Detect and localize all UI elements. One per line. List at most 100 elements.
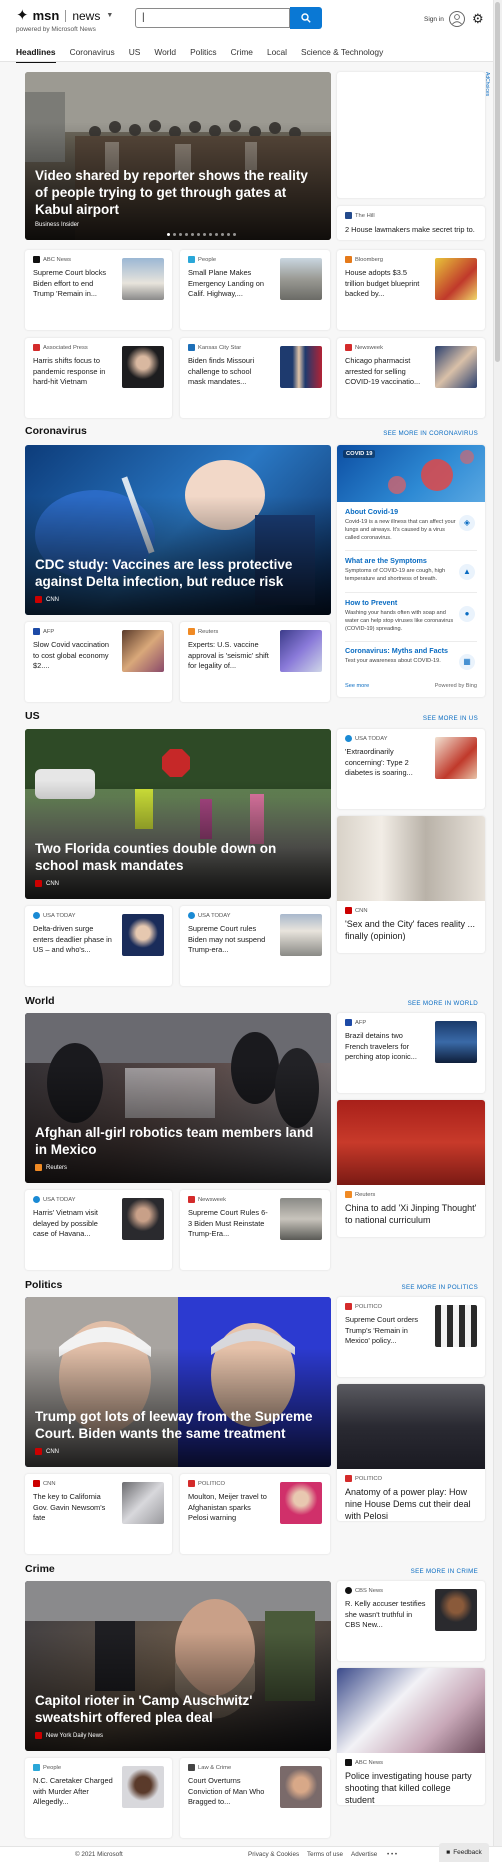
hero-kabul[interactable]: Video shared by reporter shows the reali…	[25, 72, 331, 240]
card-title[interactable]: 2 House lawmakers make secret trip to...	[345, 225, 475, 236]
footer-privacy-link[interactable]: Privacy & Cookies	[248, 1851, 299, 1858]
footer-more-button[interactable]: • • •	[387, 1851, 397, 1858]
card-title[interactable]: Delta-driven surge enters deadlier phase…	[33, 924, 115, 956]
see-more-world[interactable]: SEE MORE IN WORLD	[330, 1000, 478, 1007]
card-title[interactable]: Slow Covid vaccination to cost global ec…	[33, 640, 115, 672]
card-title[interactable]: 'Extraordinarily concerning': Type 2 dia…	[345, 747, 427, 779]
card-cnn-newsom[interactable]: CNN The key to California Gov. Gavin New…	[25, 1474, 172, 1554]
covid-item-title[interactable]: About Covid-19	[345, 507, 475, 516]
card-kcstar-mask[interactable]: Kansas City Star Biden finds Missouri ch…	[180, 338, 330, 418]
card-title[interactable]: Harris shifts focus to pandemic response…	[33, 356, 115, 388]
card-title[interactable]: Supreme Court blocks Biden effort to end…	[33, 268, 115, 300]
covid-item-title[interactable]: How to Prevent	[345, 598, 475, 607]
section-title-coronavirus[interactable]: Coronavirus	[25, 425, 87, 437]
card-title[interactable]: Harris' Vietnam visit delayed by possibl…	[33, 1208, 115, 1240]
hero-title[interactable]: Trump got lots of leeway from the Suprem…	[35, 1409, 321, 1443]
card-title[interactable]: Experts: U.S. vaccine approval is 'seism…	[188, 640, 270, 672]
card-title[interactable]: China to add 'Xi Jinping Thought' to nat…	[345, 1202, 477, 1226]
footer-advertise-link[interactable]: Advertise	[351, 1851, 377, 1858]
covid-item-symptoms[interactable]: What are the Symptoms Symptoms of COVID-…	[345, 556, 475, 584]
card-title[interactable]: Supreme Court Rules 6-3 Biden Must Reins…	[188, 1208, 270, 1240]
see-more-crime[interactable]: SEE MORE IN CRIME	[330, 1568, 478, 1575]
see-more-coronavirus[interactable]: SEE MORE IN CORONAVIRUS	[330, 430, 478, 437]
card-ap-harris[interactable]: Associated Press Harris shifts focus to …	[25, 338, 172, 418]
covid-item-prevent[interactable]: How to Prevent Washing your hands often …	[345, 598, 475, 633]
card-title[interactable]: Supreme Court rules Biden may not suspen…	[188, 924, 270, 956]
card-title[interactable]: Chicago pharmacist arrested for selling …	[345, 356, 427, 388]
covid-item-title[interactable]: Coronavirus: Myths and Facts	[345, 646, 475, 655]
avatar-icon[interactable]	[449, 11, 465, 27]
card-title[interactable]: Court Overturns Conviction of Man Who Br…	[188, 1776, 270, 1808]
card-title[interactable]: Moulton, Meijer travel to Afghanistan sp…	[188, 1492, 270, 1524]
hero-capitol-rioter[interactable]: Capitol rioter in 'Camp Auschwitz' sweat…	[25, 1581, 331, 1751]
search-input[interactable]: |	[135, 8, 290, 28]
card-lawcrime-conviction[interactable]: Law & Crime Court Overturns Conviction o…	[180, 1758, 330, 1838]
card-abc-house-party[interactable]: ABC News Police investigating house part…	[337, 1668, 485, 1805]
hero-cdc-study[interactable]: CDC study: Vaccines are less protective …	[25, 445, 331, 615]
card-politico-moulton-meijer[interactable]: POLITICO Moulton, Meijer travel to Afgha…	[180, 1474, 330, 1554]
card-title[interactable]: R. Kelly accuser testifies she wasn't tr…	[345, 1599, 427, 1631]
ad-slot[interactable]	[337, 72, 485, 198]
card-abc-remain[interactable]: ABC News Supreme Court blocks Biden effo…	[25, 250, 172, 330]
hero-title[interactable]: Capitol rioter in 'Camp Auschwitz' sweat…	[35, 1693, 321, 1727]
covid-item-title[interactable]: What are the Symptoms	[345, 556, 475, 565]
card-title[interactable]: Anatomy of a power play: How nine House …	[345, 1486, 477, 1521]
card-title[interactable]: House adopts $3.5 trillion budget bluepr…	[345, 268, 427, 300]
msn-logo[interactable]: ✦ msn news ▼ powered by Microsoft News	[16, 8, 113, 33]
card-politico-power-play[interactable]: POLITICO Anatomy of a power play: How ni…	[337, 1384, 485, 1521]
card-newsweek-pharmacist[interactable]: Newsweek Chicago pharmacist arrested for…	[337, 338, 485, 418]
card-afp-vaccination[interactable]: AFP Slow Covid vaccination to cost globa…	[25, 622, 172, 702]
card-usatoday-diabetes[interactable]: USA TODAY 'Extraordinarily concerning': …	[337, 729, 485, 809]
card-people-plane[interactable]: People Small Plane Makes Emergency Landi…	[180, 250, 330, 330]
card-afp-brazil[interactable]: AFP Brazil detains two French travelers …	[337, 1013, 485, 1093]
see-more-politics[interactable]: SEE MORE IN POLITICS	[330, 1284, 478, 1291]
card-usatoday-supreme-court[interactable]: USA TODAY Supreme Court rules Biden may …	[180, 906, 330, 986]
card-title[interactable]: The key to California Gov. Gavin Newsom'…	[33, 1492, 115, 1524]
side-card-thehill[interactable]: The Hill 2 House lawmakers make secret t…	[337, 206, 485, 240]
search-button[interactable]	[290, 7, 322, 29]
hero-florida-masks[interactable]: Two Florida counties double down on scho…	[25, 729, 331, 899]
feedback-button[interactable]: ■ Feedback	[439, 1843, 489, 1862]
section-title-politics[interactable]: Politics	[25, 1279, 62, 1291]
covid-see-more-link[interactable]: See more	[345, 683, 369, 689]
scrollbar-thumb[interactable]	[495, 2, 500, 362]
hero-source-name: Reuters	[46, 1164, 68, 1171]
section-title-world[interactable]: World	[25, 995, 55, 1007]
card-usatoday-delta[interactable]: USA TODAY Delta-driven surge enters dead…	[25, 906, 172, 986]
carousel-dots[interactable]	[167, 233, 236, 236]
see-more-us[interactable]: SEE MORE IN US	[330, 715, 478, 722]
card-title[interactable]: Small Plane Makes Emergency Landing on C…	[188, 268, 270, 300]
card-title[interactable]: Brazil detains two French travelers for …	[345, 1031, 427, 1063]
hero-title[interactable]: Afghan all-girl robotics team members la…	[35, 1125, 321, 1159]
signin-link[interactable]: Sign in	[424, 16, 444, 23]
card-image	[337, 1384, 485, 1469]
card-reuters-vaccine-approval[interactable]: Reuters Experts: U.S. vaccine approval i…	[180, 622, 330, 702]
card-newsweek-supreme-court[interactable]: Newsweek Supreme Court Rules 6-3 Biden M…	[180, 1190, 330, 1270]
hero-title[interactable]: Video shared by reporter shows the reali…	[35, 168, 321, 219]
card-cnn-sex-and-the-city[interactable]: CNN 'Sex and the City' faces reality ...…	[337, 816, 485, 953]
card-title[interactable]: 'Sex and the City' faces reality ... fin…	[345, 918, 477, 942]
card-reuters-xi-jinping[interactable]: Reuters China to add 'Xi Jinping Thought…	[337, 1100, 485, 1237]
source-name: ABC News	[355, 1759, 384, 1766]
hero-title[interactable]: Two Florida counties double down on scho…	[35, 841, 321, 875]
section-title-us[interactable]: US	[25, 710, 40, 722]
card-title[interactable]: Biden finds Missouri challenge to school…	[188, 356, 270, 388]
hero-title[interactable]: CDC study: Vaccines are less protective …	[35, 557, 321, 591]
card-title[interactable]: Supreme Court orders Trump's 'Remain in …	[345, 1315, 427, 1347]
card-politico-remain-mexico[interactable]: POLITICO Supreme Court orders Trump's 'R…	[337, 1297, 485, 1377]
hero-trump-leeway[interactable]: Trump got lots of leeway from the Suprem…	[25, 1297, 331, 1467]
section-title-crime[interactable]: Crime	[25, 1563, 55, 1575]
footer-terms-link[interactable]: Terms of use	[307, 1851, 343, 1858]
gear-icon[interactable]: ⚙	[472, 12, 484, 25]
hero-afghan-robotics[interactable]: Afghan all-girl robotics team members la…	[25, 1013, 331, 1183]
card-cbs-rkelly[interactable]: CBS News R. Kelly accuser testifies she …	[337, 1581, 485, 1661]
card-usatoday-harris-vietnam[interactable]: USA TODAY Harris' Vietnam visit delayed …	[25, 1190, 172, 1270]
card-people-caretaker[interactable]: People N.C. Caretaker Charged with Murde…	[25, 1758, 172, 1838]
adchoices-label[interactable]: AdChoices	[484, 72, 490, 96]
card-title[interactable]: Police investigating house party shootin…	[345, 1770, 477, 1805]
card-bloomberg-budget[interactable]: Bloomberg House adopts $3.5 trillion bud…	[337, 250, 485, 330]
card-title[interactable]: N.C. Caretaker Charged with Murder After…	[33, 1776, 115, 1808]
chevron-down-icon[interactable]: ▼	[106, 12, 113, 19]
covid-item-about[interactable]: About Covid-19 Covid-19 is a new illness…	[345, 507, 475, 542]
covid-item-myths[interactable]: Coronavirus: Myths and Facts Test your a…	[345, 646, 475, 670]
